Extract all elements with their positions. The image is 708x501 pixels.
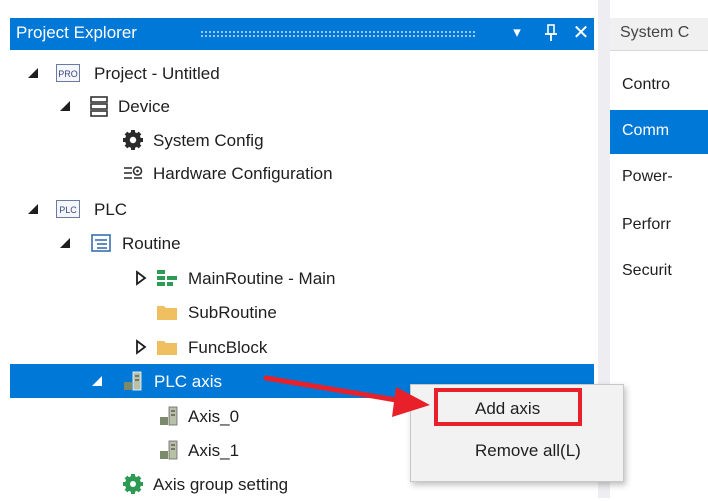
- axis-icon: [124, 371, 142, 391]
- tree-item-main-routine[interactable]: MainRoutine - Main: [10, 261, 594, 295]
- project-badge-icon: PRO: [56, 64, 80, 82]
- axis-icon: [160, 440, 178, 460]
- folder-icon: [157, 306, 177, 320]
- tree-label: Axis group setting: [153, 475, 289, 494]
- nav-item-control[interactable]: Contro: [610, 64, 708, 108]
- collapse-arrow-icon[interactable]: [58, 235, 72, 251]
- plc-badge-icon: PLC: [56, 200, 80, 218]
- tree-item-device[interactable]: Device: [10, 89, 594, 123]
- collapse-arrow-icon[interactable]: [58, 98, 72, 114]
- nav-item-label: Contro: [622, 76, 671, 93]
- tree-label: Axis_1: [188, 441, 240, 460]
- tree-item-func-block[interactable]: FuncBlock: [10, 330, 594, 364]
- tree-label: FuncBlock: [188, 338, 268, 357]
- tree-label: PLC: [94, 200, 128, 219]
- green-gear-icon: [123, 474, 143, 494]
- folder-icon: [157, 341, 177, 355]
- tree-label: Device: [118, 97, 170, 116]
- tree-label: Routine: [122, 234, 181, 253]
- main-routine-icon: [157, 270, 177, 286]
- collapse-arrow-icon[interactable]: [90, 373, 104, 389]
- menu-item-remove-all[interactable]: Remove all(L): [411, 433, 623, 469]
- nav-item-performance[interactable]: Perforr: [610, 204, 708, 248]
- nav-item-label: Power-: [622, 168, 673, 185]
- expand-arrow-icon[interactable]: [134, 339, 148, 355]
- device-icon: [90, 96, 108, 117]
- drag-grip[interactable]: [200, 30, 475, 37]
- menu-item-label: Remove all(L): [475, 441, 581, 460]
- tree-item-system-config[interactable]: System Config: [10, 123, 594, 157]
- tree-item-plc[interactable]: PLC PLC: [10, 192, 594, 226]
- tree-item-project[interactable]: PRO Project - Untitled: [10, 56, 594, 90]
- nav-item-power[interactable]: Power-: [610, 156, 708, 200]
- pin-icon[interactable]: [540, 22, 562, 44]
- expand-arrow-icon[interactable]: [134, 270, 148, 286]
- close-button[interactable]: ✕: [570, 22, 592, 44]
- explorer-header: Project Explorer ▾ ✕: [10, 18, 594, 50]
- dropdown-button[interactable]: ▾: [506, 22, 528, 44]
- tree-label: Project - Untitled: [94, 64, 220, 83]
- gear-icon: [123, 130, 143, 150]
- explorer-title: Project Explorer: [16, 23, 137, 42]
- collapse-arrow-icon[interactable]: [26, 201, 40, 217]
- tree-label: MainRoutine - Main: [188, 269, 336, 288]
- tree-label: System Config: [153, 131, 264, 150]
- nav-item-label: Securit: [622, 262, 672, 279]
- axis-icon: [160, 406, 178, 426]
- tree-label: Hardware Configuration: [153, 164, 333, 183]
- nav-item-label: Perforr: [622, 216, 671, 233]
- tree-item-hardware-configuration[interactable]: Hardware Configuration: [10, 156, 594, 190]
- system-config-panel: System C Contro Comm Power- Perforr Secu…: [610, 0, 708, 498]
- tree-item-routine[interactable]: Routine: [10, 226, 594, 260]
- nav-item-communication[interactable]: Comm: [610, 110, 708, 154]
- tree-label: PLC axis: [154, 372, 223, 391]
- tab-system-config[interactable]: System C: [610, 18, 708, 51]
- nav-item-security[interactable]: Securit: [610, 250, 708, 294]
- collapse-arrow-icon[interactable]: [26, 65, 40, 81]
- tree-label: Axis_0: [188, 407, 240, 426]
- nav-item-label: Comm: [622, 122, 670, 139]
- tree-item-sub-routine[interactable]: SubRoutine: [10, 295, 594, 329]
- tab-label: System C: [620, 24, 690, 41]
- routine-icon: [91, 234, 111, 252]
- tree-label: SubRoutine: [188, 303, 277, 322]
- hardware-config-icon: [124, 166, 143, 179]
- annotation-highlight-box: [434, 388, 582, 426]
